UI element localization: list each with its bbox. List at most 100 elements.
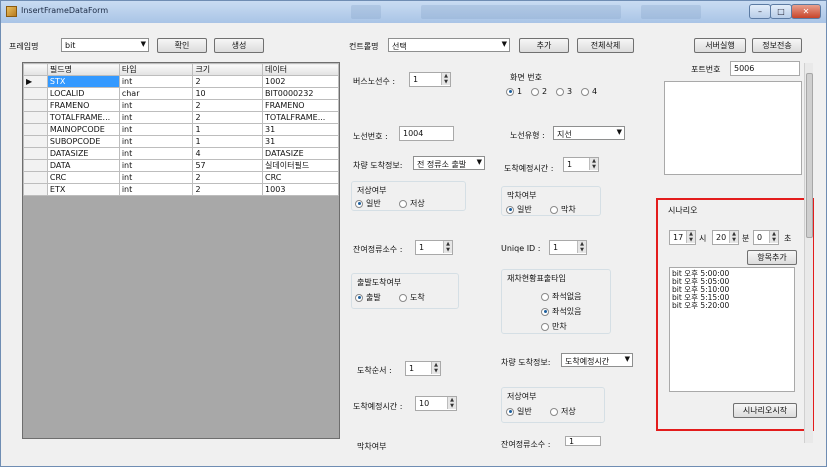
table-row[interactable]: DATA int 57 실데이터필드 [23,159,339,172]
spin-down-icon[interactable]: ▼ [589,164,598,170]
table-row[interactable]: LOCALID char 10 BIT0000232 [23,87,339,100]
send-info-button[interactable]: 정보전송 [752,38,802,53]
table-cell[interactable]: 57 [192,159,264,172]
table-cell[interactable]: SUBOPCODE [46,135,120,148]
frame-name-combo[interactable]: bit ▼ [61,38,149,52]
unique-id-stepper[interactable]: 1 ▲ ▼ [549,240,587,255]
maximize-button[interactable]: □ [770,4,792,19]
table-cell[interactable]: int [118,75,194,88]
table-row[interactable]: TOTALFRAME... int 2 TOTALFRAME... [23,111,339,124]
log-box[interactable] [664,81,802,175]
bus-route-count-stepper[interactable]: 1 ▲ ▼ [409,72,451,87]
table-cell[interactable]: char [118,87,194,100]
column-header[interactable]: 필드명 [46,63,120,76]
seat-full-radio[interactable]: 만차 [541,321,567,332]
table-cell[interactable]: int [118,183,194,196]
table-cell[interactable]: 2 [192,99,264,112]
table-cell[interactable]: 2 [192,111,264,124]
spin-down-icon[interactable]: ▼ [431,368,440,374]
table-cell[interactable]: TOTALFRAME... [46,111,120,124]
route-no-field[interactable]: 1004 [399,126,454,141]
confirm-button[interactable]: 확인 [157,38,207,53]
arrival-info2-combo[interactable]: 도착예정시간 ▼ [561,353,633,367]
column-header[interactable]: 타입 [118,63,194,76]
table-cell[interactable]: int [118,123,194,136]
table-cell[interactable]: DATA [46,159,120,172]
arrive-radio[interactable]: 도착 [399,292,425,303]
expected-time-stepper[interactable]: 1 ▲ ▼ [563,157,599,172]
table-cell[interactable]: int [118,111,194,124]
table-row[interactable]: ▶ STX int 2 1002 [23,75,339,88]
depart-radio[interactable]: 출발 [355,292,381,303]
table-cell[interactable]: 1003 [262,183,339,196]
table-cell[interactable]: int [118,99,194,112]
spin-down-icon[interactable]: ▼ [441,79,450,85]
create-button[interactable]: 생성 [214,38,264,53]
table-cell[interactable]: 10 [192,87,264,100]
last-bus-last-radio[interactable]: 막차 [550,204,576,215]
field-grid[interactable]: 필드명 타입 크기 데이터 ▶ STX int 2 1002 LOCALID c… [22,62,340,439]
table-cell[interactable]: int [118,171,194,184]
remaining-stops-stepper[interactable]: 1 ▲ ▼ [415,240,453,255]
table-cell[interactable]: 1 [192,123,264,136]
vertical-scrollbar[interactable] [804,63,813,443]
low-floor2-normal-radio[interactable]: 일반 [506,406,532,417]
table-cell[interactable]: LOCALID [46,87,120,100]
table-cell[interactable]: STX [46,75,120,88]
table-row[interactable]: SUBOPCODE int 1 31 [23,135,339,148]
expected-time2-stepper[interactable]: 10 ▲ ▼ [415,396,457,411]
arrival-info-combo[interactable]: 전 정류소 출발 ▼ [413,156,485,170]
table-cell[interactable]: 1002 [262,75,339,88]
server-run-button[interactable]: 서버실행 [694,38,746,53]
spin-down-icon[interactable]: ▼ [443,247,452,253]
screen-radio-3[interactable]: 3 [556,87,572,96]
low-floor2-low-radio[interactable]: 저상 [550,406,576,417]
screen-radio-2[interactable]: 2 [531,87,547,96]
table-cell[interactable]: 2 [192,75,264,88]
table-row[interactable]: FRAMENO int 2 FRAMENO [23,99,339,112]
seat-none-radio[interactable]: 좌석없음 [541,291,581,302]
seat-available-radio[interactable]: 좌석있음 [541,306,581,317]
screen-radio-1[interactable]: 1 [506,87,522,96]
minimize-button[interactable]: – [749,4,771,19]
table-cell[interactable]: 1 [192,135,264,148]
table-row[interactable]: ETX int 2 1003 [23,183,339,196]
spin-down-icon[interactable]: ▼ [577,247,586,253]
table-cell[interactable]: BIT0000232 [262,87,339,100]
table-cell[interactable]: DATASIZE [262,147,339,160]
table-cell[interactable]: DATASIZE [46,147,120,160]
table-cell[interactable]: CRC [262,171,339,184]
table-cell[interactable]: ETX [46,183,120,196]
column-header[interactable]: 데이터 [262,63,339,76]
port-field[interactable]: 5006 [730,61,800,76]
table-cell[interactable]: 2 [192,183,264,196]
table-cell[interactable]: MAINOPCODE [46,123,120,136]
table-cell[interactable]: CRC [46,171,120,184]
low-floor-normal-radio[interactable]: 일반 [355,198,381,209]
screen-radio-4[interactable]: 4 [581,87,597,96]
table-row[interactable]: MAINOPCODE int 1 31 [23,123,339,136]
table-row[interactable]: CRC int 2 CRC [23,171,339,184]
table-cell[interactable]: TOTALFRAME... [262,111,339,124]
add-button[interactable]: 추가 [519,38,569,53]
control-name-combo[interactable]: 선택 ▼ [388,38,510,52]
close-button[interactable]: ✕ [791,4,821,19]
scrollbar-thumb[interactable] [806,73,813,238]
table-cell[interactable]: int [118,159,194,172]
table-cell[interactable]: FRAMENO [262,99,339,112]
table-cell[interactable]: 31 [262,123,339,136]
low-floor-low-radio[interactable]: 저상 [399,198,425,209]
table-cell[interactable]: FRAMENO [46,99,120,112]
last-bus-normal-radio[interactable]: 일반 [506,204,532,215]
table-cell[interactable]: int [118,135,194,148]
table-cell[interactable]: 2 [192,171,264,184]
table-cell[interactable]: 실데이터필드 [262,159,339,172]
spin-down-icon[interactable]: ▼ [447,403,456,409]
table-cell[interactable]: 31 [262,135,339,148]
route-type-combo[interactable]: 지선 ▼ [553,126,625,140]
delete-all-button[interactable]: 전체삭제 [577,38,634,53]
table-cell[interactable]: 4 [192,147,264,160]
table-cell[interactable]: int [118,147,194,160]
remaining-stops2-stepper[interactable]: 1 [565,436,601,446]
column-header[interactable]: 크기 [192,63,264,76]
